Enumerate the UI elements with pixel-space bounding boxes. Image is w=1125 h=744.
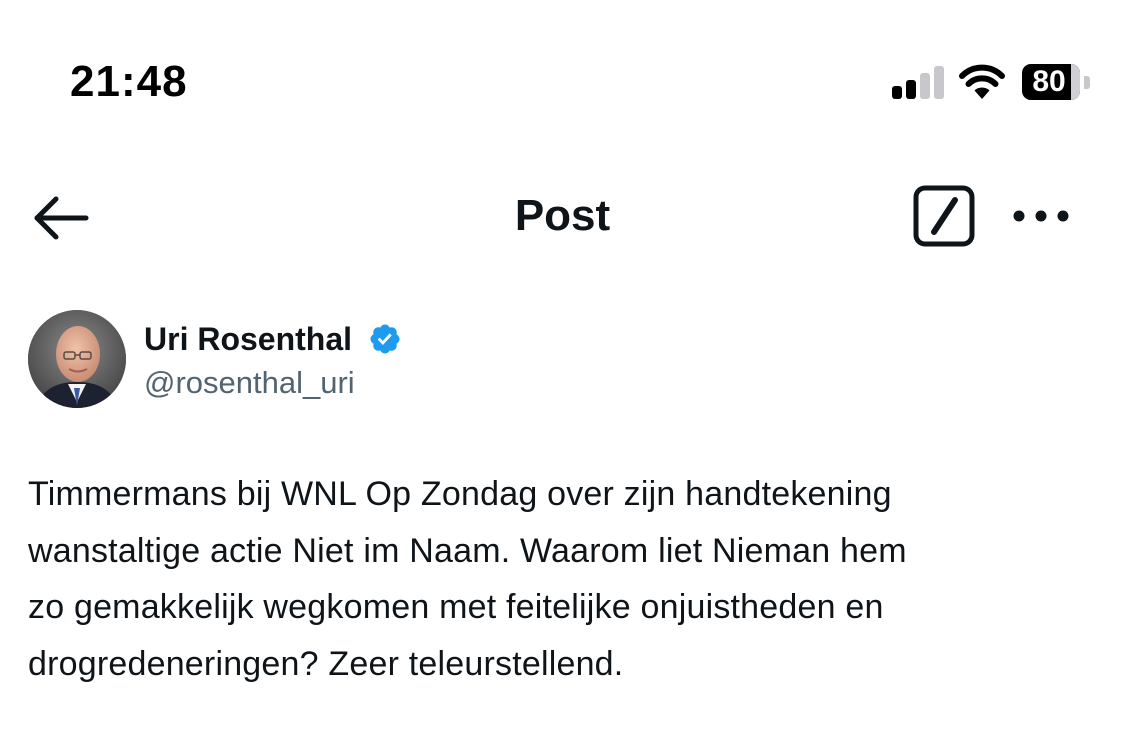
post-text-line: zo gemakkelijk wegkomen met feitelijke o… [28, 588, 884, 626]
post-author: Uri Rosenthal @rosenthal_uri [28, 310, 728, 410]
battery-icon: 80 [1022, 64, 1080, 100]
post-text-line: wanstaltige actie Niet im Naam. Waarom l… [28, 531, 907, 570]
grok-icon[interactable] [912, 184, 976, 248]
post-text-line: drogredeneringen? Zeer teleurstellend. [28, 644, 624, 683]
verified-badge-icon[interactable] [368, 322, 402, 356]
more-options-icon[interactable] [1008, 196, 1074, 236]
author-name[interactable]: Uri Rosenthal [144, 319, 352, 359]
battery-cap [1084, 76, 1090, 89]
wifi-icon [959, 64, 1005, 99]
avatar-portrait-icon [28, 310, 126, 408]
post-text-line: Timmermans bij WNL Op Zondag over zijn h… [28, 475, 892, 513]
author-handle[interactable]: @rosenthal_uri [144, 363, 355, 403]
post-header: Post [0, 170, 1125, 266]
cellular-signal-icon [892, 65, 946, 99]
post-text: Timmermans bij WNL Op Zondag over zijn h… [28, 466, 1098, 692]
status-bar: 21:48 80 [0, 0, 1125, 150]
avatar[interactable] [28, 310, 126, 408]
battery-percent: 80 [1032, 65, 1066, 98]
status-time: 21:48 [70, 57, 188, 106]
